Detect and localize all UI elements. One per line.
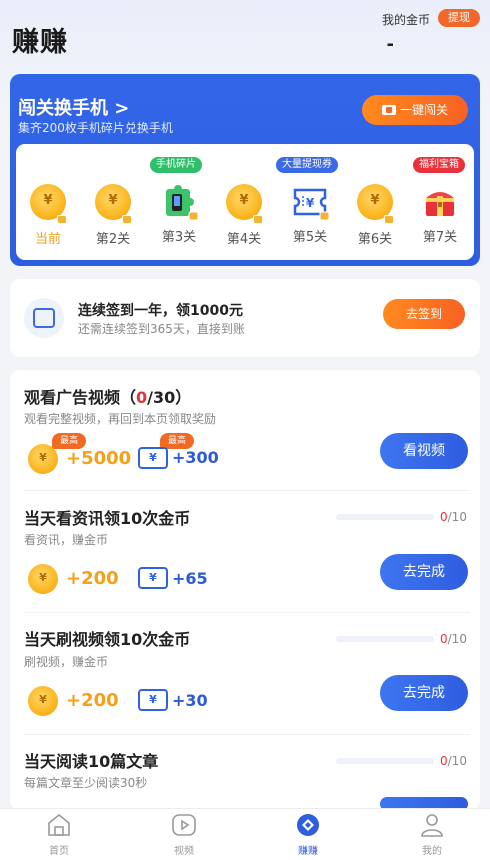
level-item-2[interactable]: 第2关 <box>88 182 138 247</box>
phone-fragment-icon <box>159 182 199 222</box>
nav-label: 首页 <box>49 846 69 857</box>
complete-news-button[interactable]: 去完成 <box>380 554 468 590</box>
level-challenge-title[interactable]: 闯关换手机 > <box>18 94 129 120</box>
svg-text:¥: ¥ <box>306 196 315 210</box>
treasure-chest-icon <box>420 182 460 222</box>
coin-icon <box>28 564 58 594</box>
task-desc-news: 看资讯，赚金币 <box>24 533 109 547</box>
coupon-icon: ¥ <box>138 447 168 469</box>
coupon-icon: ¥ <box>290 182 330 222</box>
nav-item-earn[interactable]: 赚赚 <box>278 812 338 857</box>
tag-treasure: 福利宝箱 <box>413 157 465 173</box>
coin-icon <box>28 444 58 474</box>
progress-text-read: 0/10 <box>440 754 467 768</box>
signin-button[interactable]: 去签到 <box>383 299 465 329</box>
level-item-7[interactable]: 第7关 <box>415 182 465 245</box>
pass-icon <box>381 105 396 115</box>
divider <box>24 734 470 735</box>
lock-icon <box>384 215 394 224</box>
one-click-pass-label: 一键闯关 <box>399 103 448 117</box>
level-label: 第7关 <box>422 230 458 245</box>
video-icon <box>171 812 197 838</box>
progress-bar-short-video <box>336 636 434 642</box>
task-title-short-video: 当天刷视频领10次金币 <box>24 630 191 649</box>
level-label: 当前 <box>34 232 61 247</box>
progress-bar-news <box>336 514 434 520</box>
withdraw-button[interactable]: 提现 <box>438 9 480 27</box>
coin-icon <box>28 686 58 716</box>
one-click-pass-button[interactable]: 一键闯关 <box>362 95 468 125</box>
earn-icon <box>295 812 321 838</box>
level-label: 第6关 <box>357 232 393 247</box>
ticket-reward: +30 <box>172 691 208 710</box>
coin-reward: +200 <box>66 568 119 589</box>
nav-item-profile[interactable]: 我的 <box>402 812 462 857</box>
max-badge: 最高 <box>52 433 86 449</box>
task-desc-video: 观看完整视频，再回到本页领取奖励 <box>24 412 217 426</box>
coin-icon <box>93 184 133 224</box>
task-desc-short-video: 刷视频，赚金币 <box>24 655 109 669</box>
task-title-read: 当天阅读10篇文章 <box>24 752 159 771</box>
nav-item-video[interactable]: 视频 <box>154 812 214 857</box>
level-label: 第4关 <box>226 232 262 247</box>
nav-label: 赚赚 <box>298 846 318 857</box>
task-title-news: 当天看资讯领10次金币 <box>24 509 191 528</box>
lock-icon <box>253 215 263 224</box>
progress-text-short-video: 0/10 <box>440 632 467 646</box>
lock-icon <box>122 215 132 224</box>
calendar-icon <box>24 298 64 338</box>
coin-reward: +5000 <box>66 448 132 469</box>
coin-icon <box>28 184 68 224</box>
divider <box>24 612 470 613</box>
coin-balance: - <box>386 34 394 55</box>
progress-bar-read <box>336 758 434 764</box>
tag-coupons: 大量提现券 <box>276 157 338 173</box>
coin-icon <box>224 184 264 224</box>
page-title: 赚赚 <box>12 27 68 58</box>
progress-text-news: 0/10 <box>440 510 467 524</box>
coin-reward: +200 <box>66 690 119 711</box>
level-item-current[interactable]: 当前 <box>23 182 73 247</box>
coin-icon <box>355 184 395 224</box>
lock-icon <box>57 215 67 224</box>
divider <box>24 490 470 491</box>
watch-video-button[interactable]: 看视频 <box>380 433 468 469</box>
signin-title: 连续签到一年，领1000元 <box>78 303 243 319</box>
home-icon <box>46 812 72 838</box>
nav-item-home[interactable]: 首页 <box>29 812 89 857</box>
nav-label: 我的 <box>422 846 442 857</box>
coupon-icon: ¥ <box>138 689 168 711</box>
level-label: 第5关 <box>292 230 328 245</box>
ticket-reward: +65 <box>172 569 208 588</box>
nav-label: 视频 <box>174 846 194 857</box>
tag-phone-fragment: 手机碎片 <box>150 157 202 173</box>
level-challenge-subtitle: 集齐200枚手机碎片兑换手机 <box>18 121 173 135</box>
ticket-reward: +300 <box>172 448 219 467</box>
level-item-6[interactable]: 第6关 <box>350 182 400 247</box>
level-item-3[interactable]: 第3关 <box>154 182 204 245</box>
complete-short-video-button[interactable]: 去完成 <box>380 675 468 711</box>
level-label: 第3关 <box>161 230 197 245</box>
signin-subtitle: 还需连续签到365天，直接到账 <box>78 322 245 336</box>
profile-icon <box>419 812 445 838</box>
task-desc-read: 每篇文章至少阅读30秒 <box>24 776 148 790</box>
level-item-5[interactable]: ¥ 第5关 <box>285 182 335 245</box>
task-title-video: 观看广告视频（0/30） <box>24 388 192 407</box>
coupon-icon: ¥ <box>138 567 168 589</box>
level-item-4[interactable]: 第4关 <box>219 182 269 247</box>
level-label: 第2关 <box>95 232 131 247</box>
my-coins-label: 我的金币 <box>381 13 430 27</box>
